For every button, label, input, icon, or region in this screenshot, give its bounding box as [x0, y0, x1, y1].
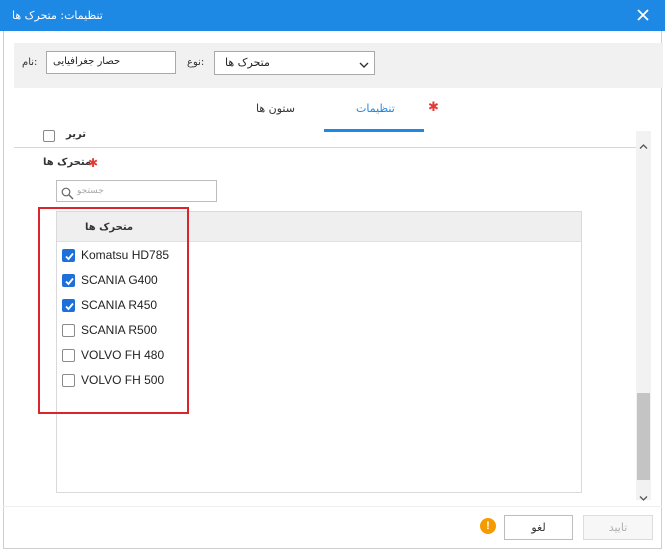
tab-settings[interactable]: تنظیمات	[356, 102, 395, 115]
required-star-icon: ✱	[88, 156, 99, 170]
active-tab-indicator	[324, 129, 424, 132]
window-title: تنظیمات: متحرک ها	[12, 9, 103, 22]
type-select[interactable]: متحرک ها	[214, 51, 375, 75]
chevron-down-icon[interactable]	[639, 487, 648, 506]
divider	[3, 506, 662, 507]
search-input[interactable]: جستجو	[56, 180, 217, 202]
name-input[interactable]: حصار جغرافیایی	[46, 51, 176, 74]
type-select-value: متحرک ها	[225, 56, 270, 69]
warning-icon: !	[480, 518, 496, 534]
chevron-up-icon[interactable]	[639, 135, 648, 154]
title-bar: تنظیمات: متحرک ها	[0, 0, 665, 31]
scrollbar[interactable]	[636, 131, 651, 501]
close-icon[interactable]	[635, 7, 651, 23]
partial-checkbox[interactable]	[43, 130, 55, 142]
name-label: نام:	[22, 57, 38, 68]
divider	[14, 147, 636, 148]
partial-checkbox-label: تریر	[66, 129, 86, 140]
tab-strip	[14, 89, 663, 132]
chevron-down-icon	[359, 59, 369, 72]
tab-columns[interactable]: ستون ها	[256, 102, 295, 115]
required-star-icon: ✱	[428, 100, 439, 115]
cancel-button[interactable]: لغو	[504, 515, 573, 540]
highlight-box	[38, 207, 189, 414]
search-icon	[61, 185, 74, 204]
confirm-button[interactable]: تایید	[583, 515, 653, 540]
type-label: نوع:	[187, 57, 205, 68]
section-title: متحرک ها	[43, 157, 92, 168]
search-placeholder: جستجو	[77, 186, 104, 196]
scrollbar-thumb[interactable]	[637, 393, 650, 480]
